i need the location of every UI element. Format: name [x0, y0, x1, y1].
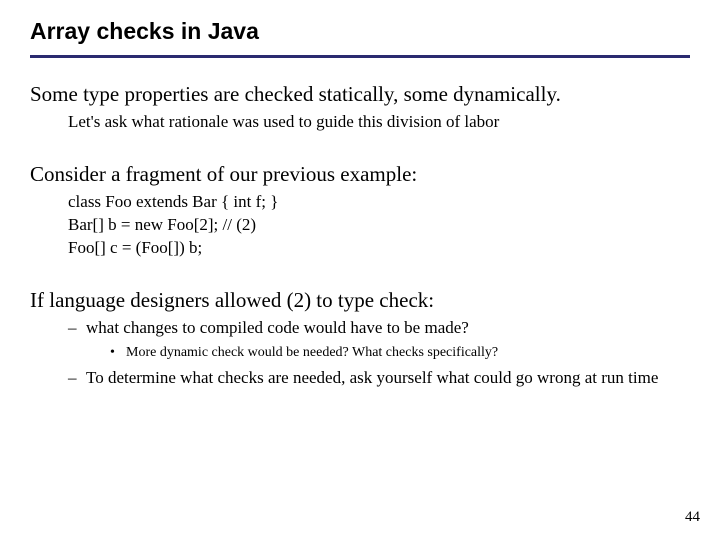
- code-line-1: class Foo extends Bar { int f; }: [68, 191, 690, 214]
- section-3-head: If language designers allowed (2) to typ…: [30, 288, 690, 313]
- sub-bullet-1: • More dynamic check would be needed? Wh…: [110, 344, 690, 363]
- bullet-dot-icon: •: [110, 344, 126, 363]
- bullet-2: – To determine what checks are needed, a…: [68, 367, 690, 390]
- sub-bullet-1-text: More dynamic check would be needed? What…: [126, 344, 690, 363]
- section-2: Consider a fragment of our previous exam…: [30, 162, 690, 260]
- dash-icon: –: [68, 317, 86, 340]
- code-line-3: Foo[] c = (Foo[]) b;: [68, 237, 690, 260]
- code-line-2: Bar[] b = new Foo[2]; // (2): [68, 214, 690, 237]
- bullet-2-text: To determine what checks are needed, ask…: [86, 367, 690, 390]
- section-3: If language designers allowed (2) to typ…: [30, 288, 690, 390]
- title-rule: [30, 55, 690, 58]
- page-number: 44: [685, 509, 700, 526]
- slide-title: Array checks in Java: [30, 18, 690, 55]
- dash-icon: –: [68, 367, 86, 390]
- bullet-1-text: what changes to compiled code would have…: [86, 317, 690, 340]
- section-1-head: Some type properties are checked statica…: [30, 82, 690, 107]
- bullet-1: – what changes to compiled code would ha…: [68, 317, 690, 340]
- section-1-sub: Let's ask what rationale was used to gui…: [68, 111, 690, 134]
- code-block: class Foo extends Bar { int f; } Bar[] b…: [68, 191, 690, 260]
- section-1: Some type properties are checked statica…: [30, 82, 690, 134]
- section-2-head: Consider a fragment of our previous exam…: [30, 162, 690, 187]
